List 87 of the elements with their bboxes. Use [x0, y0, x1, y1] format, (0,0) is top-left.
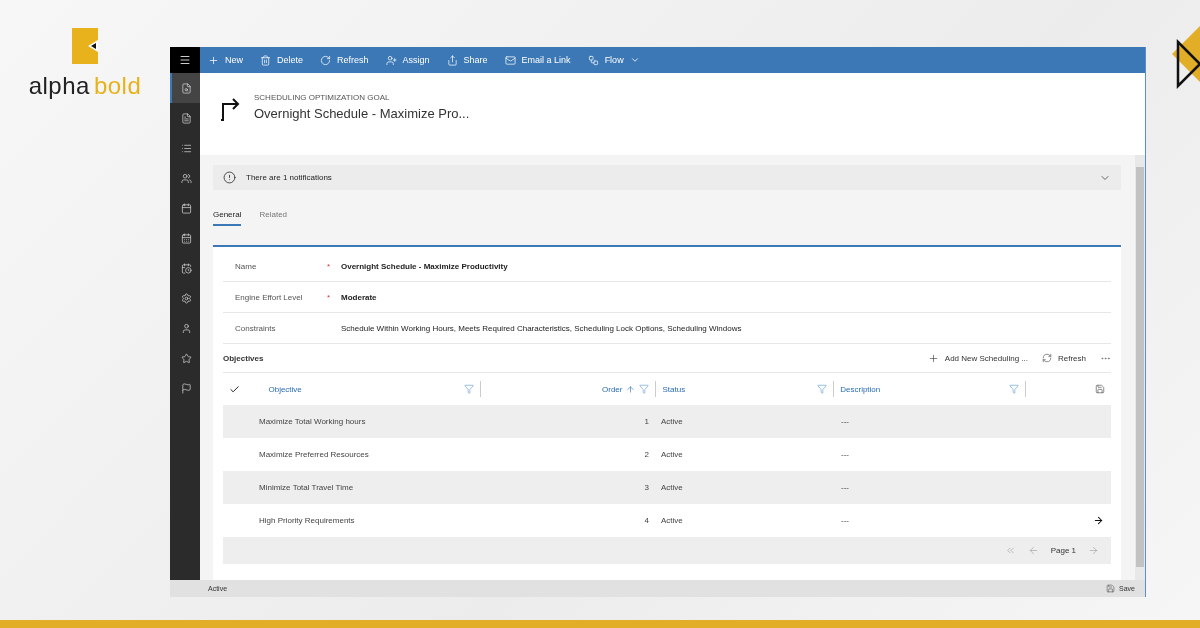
toolbar-button[interactable]: Add New Scheduling ... [927, 352, 1028, 364]
table-cell: Minimize Total Travel Time [259, 483, 354, 492]
field-value[interactable]: Moderate [341, 292, 377, 302]
table-row[interactable]: Minimize Total Travel Time 3 Active --- [223, 471, 1111, 504]
refresh-icon [1042, 353, 1052, 363]
open-arrow-icon[interactable] [1093, 515, 1104, 526]
logo-text: alpha [28, 72, 90, 100]
table-cell: --- [841, 417, 849, 426]
filter-icon [464, 384, 475, 394]
calendar-icon [180, 232, 192, 244]
logo-text: bold [93, 72, 142, 100]
command-button[interactable]: Assign [385, 54, 430, 66]
next-page-icon [1088, 545, 1099, 556]
calendar-clock-icon [180, 262, 192, 274]
save-icon [1106, 584, 1116, 593]
scrollbar[interactable] [1135, 155, 1145, 580]
table-cell: Maximize Total Working hours [259, 417, 366, 426]
share-icon [446, 54, 458, 66]
table-cell: --- [841, 483, 849, 492]
document-icon [180, 112, 192, 124]
plus-icon [208, 54, 219, 66]
table-cell: Active [661, 516, 683, 525]
select-all-icon[interactable] [229, 383, 240, 395]
people-icon [180, 172, 192, 184]
menu-icon [179, 54, 191, 66]
table-cell: Maximize Preferred Resources [259, 450, 369, 459]
table-cell: Active [661, 483, 683, 492]
table-cell: Active [661, 450, 683, 459]
refresh-icon [320, 54, 332, 66]
person-icon [385, 54, 397, 66]
table-cell: --- [841, 516, 849, 525]
save-icon [1095, 384, 1105, 394]
list-icon [180, 142, 192, 154]
field-label: Constraints [235, 323, 277, 333]
tab[interactable]: Related [259, 210, 288, 226]
filter-icon [639, 384, 650, 394]
notification-text: There are 1 notifications [246, 173, 333, 182]
table-cell: Active [661, 417, 683, 426]
field-label: Engine Effort Level [235, 292, 304, 302]
flag-icon [180, 382, 192, 394]
column-header[interactable]: Order [602, 384, 623, 394]
record-title: Overnight Schedule - Maximize Pro... [254, 106, 470, 121]
section-title: Objectives [223, 353, 265, 363]
field-value[interactable]: Schedule Within Working Hours, Meets Required Characteristics, Scheduling Lock Options, Scheduling Windows [341, 323, 742, 333]
required-mark: * [327, 261, 331, 271]
table-cell: 3 [644, 483, 649, 492]
column-header[interactable]: Status [662, 384, 686, 394]
table-cell: High Priority Requirements [259, 516, 355, 525]
table-cell: 1 [644, 417, 649, 426]
filter-icon [1008, 384, 1019, 394]
first-page-icon [1004, 545, 1016, 556]
required-mark: * [327, 292, 331, 302]
calendar-icon [180, 202, 192, 214]
column-header[interactable]: Objective [268, 384, 302, 394]
settings-icon [180, 292, 192, 304]
filter-icon [817, 384, 828, 394]
table-row[interactable]: Maximize Total Working hours 1 Active --- [223, 405, 1111, 438]
command-button[interactable]: Refresh [320, 54, 369, 66]
star-icon [180, 352, 192, 364]
previous-page-icon [1027, 545, 1039, 556]
entity-label: SCHEDULING OPTIMIZATION GOAL [254, 93, 391, 102]
person-icon [180, 322, 192, 334]
alert-icon [223, 171, 236, 184]
table-cell: 2 [644, 450, 649, 459]
field-value[interactable]: Overnight Schedule - Maximize Productivity [341, 261, 508, 271]
table-cell: 4 [644, 516, 649, 525]
command-button[interactable]: New [208, 54, 243, 66]
turn-arrow-icon [218, 98, 242, 122]
logo-icon [72, 28, 98, 64]
search-document-icon [180, 82, 192, 94]
table-cell: --- [841, 450, 849, 459]
plus-icon [927, 352, 939, 364]
command-button[interactable]: Share [446, 54, 488, 66]
command-button[interactable]: Email a Link [504, 54, 571, 66]
sort-up-icon [626, 384, 636, 394]
menu-button[interactable] [170, 47, 200, 73]
toolbar-button[interactable]: Refresh [1042, 353, 1086, 363]
command-button[interactable]: Delete [260, 54, 304, 66]
command-button[interactable]: Flow [587, 54, 640, 66]
page-label: Page 1 [1050, 546, 1076, 555]
tab[interactable]: General [213, 210, 242, 226]
trash-icon [260, 54, 271, 66]
field-label: Name [235, 261, 258, 271]
mail-icon [504, 54, 516, 66]
column-header[interactable]: Description [840, 384, 881, 394]
notification-bar[interactable]: There are 1 notifications [213, 165, 1121, 190]
flow-icon [587, 54, 599, 66]
